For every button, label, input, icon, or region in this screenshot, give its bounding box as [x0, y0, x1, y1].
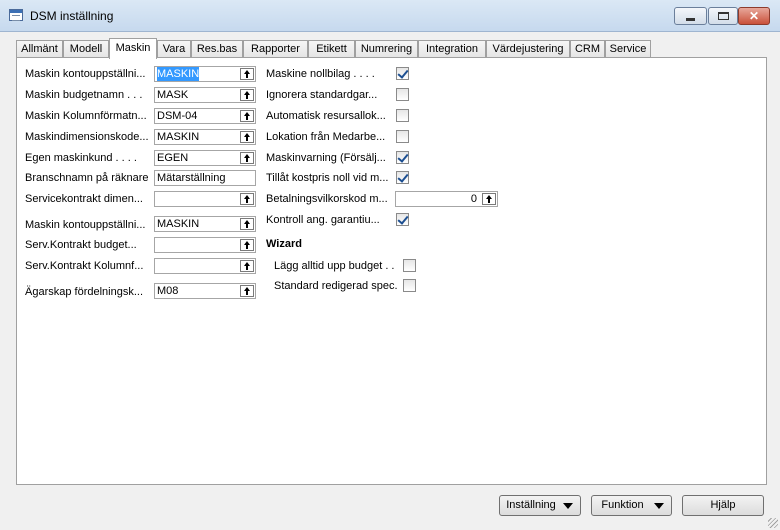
- allow-zero-cost-checkbox[interactable]: [396, 171, 409, 184]
- tab-integration[interactable]: Integration: [418, 40, 486, 58]
- field-label: Serv.Kontrakt budget...: [25, 239, 137, 251]
- title-bar: DSM inställning ✕: [0, 0, 780, 32]
- service-contract-budget-field[interactable]: [154, 237, 256, 253]
- tab-etikett[interactable]: Etikett: [308, 40, 355, 58]
- location-from-employee-checkbox[interactable]: [396, 130, 409, 143]
- setup-menu-button[interactable]: Inställning: [499, 495, 581, 516]
- tab-crm[interactable]: CRM: [570, 40, 605, 58]
- field-label: Maskinvarning (Försälj...: [266, 152, 386, 164]
- lookup-icon[interactable]: [240, 152, 254, 164]
- tab-resbas[interactable]: Res.bas: [191, 40, 243, 58]
- tab-maskin[interactable]: Maskin: [109, 38, 157, 59]
- field-label: Serv.Kontrakt Kolumnf...: [25, 260, 144, 272]
- maximize-icon: [718, 12, 729, 20]
- standard-edited-spec-checkbox[interactable]: [403, 279, 416, 292]
- lookup-icon[interactable]: [240, 68, 254, 80]
- window-title: DSM inställning: [30, 9, 114, 23]
- machine-account-schedule-field[interactable]: MASKIN: [154, 66, 256, 82]
- ownership-allocation-field[interactable]: M08: [154, 283, 256, 299]
- warranty-check-checkbox[interactable]: [396, 213, 409, 226]
- tab-vara[interactable]: Vara: [157, 40, 191, 58]
- tab-numrering[interactable]: Numrering: [355, 40, 418, 58]
- minimize-icon: [686, 18, 695, 21]
- lookup-icon[interactable]: [240, 239, 254, 251]
- payment-terms-code-field[interactable]: 0: [395, 191, 498, 207]
- field-label: Kontroll ang. garantiu...: [266, 214, 380, 226]
- lookup-icon[interactable]: [240, 218, 254, 230]
- field-label: Automatisk resursallok...: [266, 110, 386, 122]
- field-label: Tillåt kostpris noll vid m...: [266, 172, 389, 184]
- machine-warning-sales-checkbox[interactable]: [396, 151, 409, 164]
- machine-account-schedule-2-field[interactable]: MASKIN: [154, 216, 256, 232]
- lookup-icon[interactable]: [240, 260, 254, 272]
- machine-zero-voucher-checkbox[interactable]: [396, 67, 409, 80]
- field-label: Maskin Kolumnförmatn...: [25, 110, 147, 122]
- field-label: Maskindimensionskode...: [25, 131, 149, 143]
- field-label: Lokation från Medarbe...: [266, 131, 386, 143]
- tab-service[interactable]: Service: [605, 40, 651, 58]
- wizard-heading: Wizard: [266, 238, 302, 250]
- field-label: Ignorera standardgar...: [266, 89, 378, 101]
- service-contract-column-field[interactable]: [154, 258, 256, 274]
- close-icon: ✕: [748, 9, 760, 23]
- chevron-down-icon: [654, 503, 664, 509]
- tab-vardejustering[interactable]: Värdejustering: [486, 40, 570, 58]
- close-button[interactable]: ✕: [738, 7, 770, 25]
- lookup-icon[interactable]: [240, 193, 254, 205]
- lookup-icon[interactable]: [240, 285, 254, 297]
- ignore-standard-warranty-checkbox[interactable]: [396, 88, 409, 101]
- maximize-button[interactable]: [708, 7, 738, 25]
- lookup-icon[interactable]: [482, 193, 496, 205]
- own-machine-customer-field[interactable]: EGEN: [154, 150, 256, 166]
- tab-rapporter[interactable]: Rapporter: [243, 40, 308, 58]
- app-table-icon: [9, 9, 23, 21]
- tab-allmant[interactable]: Allmänt: [16, 40, 63, 58]
- field-label: Maskin kontouppställni...: [25, 219, 146, 231]
- chevron-down-icon: [563, 503, 573, 509]
- lookup-icon[interactable]: [240, 131, 254, 143]
- machine-budget-name-field[interactable]: MASK: [154, 87, 256, 103]
- minimize-button[interactable]: [674, 7, 707, 25]
- machine-column-layout-field[interactable]: DSM-04: [154, 108, 256, 124]
- field-label: Egen maskinkund . . . .: [25, 152, 137, 164]
- counter-trade-name-field[interactable]: Mätarställning: [154, 170, 256, 186]
- service-contract-dimension-field[interactable]: [154, 191, 256, 207]
- field-label: Branschnamn på räknare: [25, 172, 149, 184]
- field-label: Servicekontrakt dimen...: [25, 193, 143, 205]
- field-label: Betalningsvilkorskod m...: [266, 193, 388, 205]
- machine-dimension-code-field[interactable]: MASKIN: [154, 129, 256, 145]
- field-label: Ägarskap fördelningsk...: [25, 286, 144, 298]
- field-label: Lägg alltid upp budget . .: [274, 260, 395, 272]
- help-button[interactable]: Hjälp: [682, 495, 764, 516]
- always-create-budget-checkbox[interactable]: [403, 259, 416, 272]
- tab-modell[interactable]: Modell: [63, 40, 109, 58]
- lookup-icon[interactable]: [240, 110, 254, 122]
- resize-grip-icon[interactable]: [768, 518, 778, 528]
- field-label: Maskin kontouppställni...: [25, 68, 146, 80]
- field-label: Maskine nollbilag . . . .: [266, 68, 375, 80]
- field-label: Maskin budgetnamn . . .: [25, 89, 143, 101]
- field-label: Standard redigerad spec.: [274, 280, 398, 292]
- lookup-icon[interactable]: [240, 89, 254, 101]
- function-menu-button[interactable]: Funktion: [591, 495, 672, 516]
- automatic-resource-allocation-checkbox[interactable]: [396, 109, 409, 122]
